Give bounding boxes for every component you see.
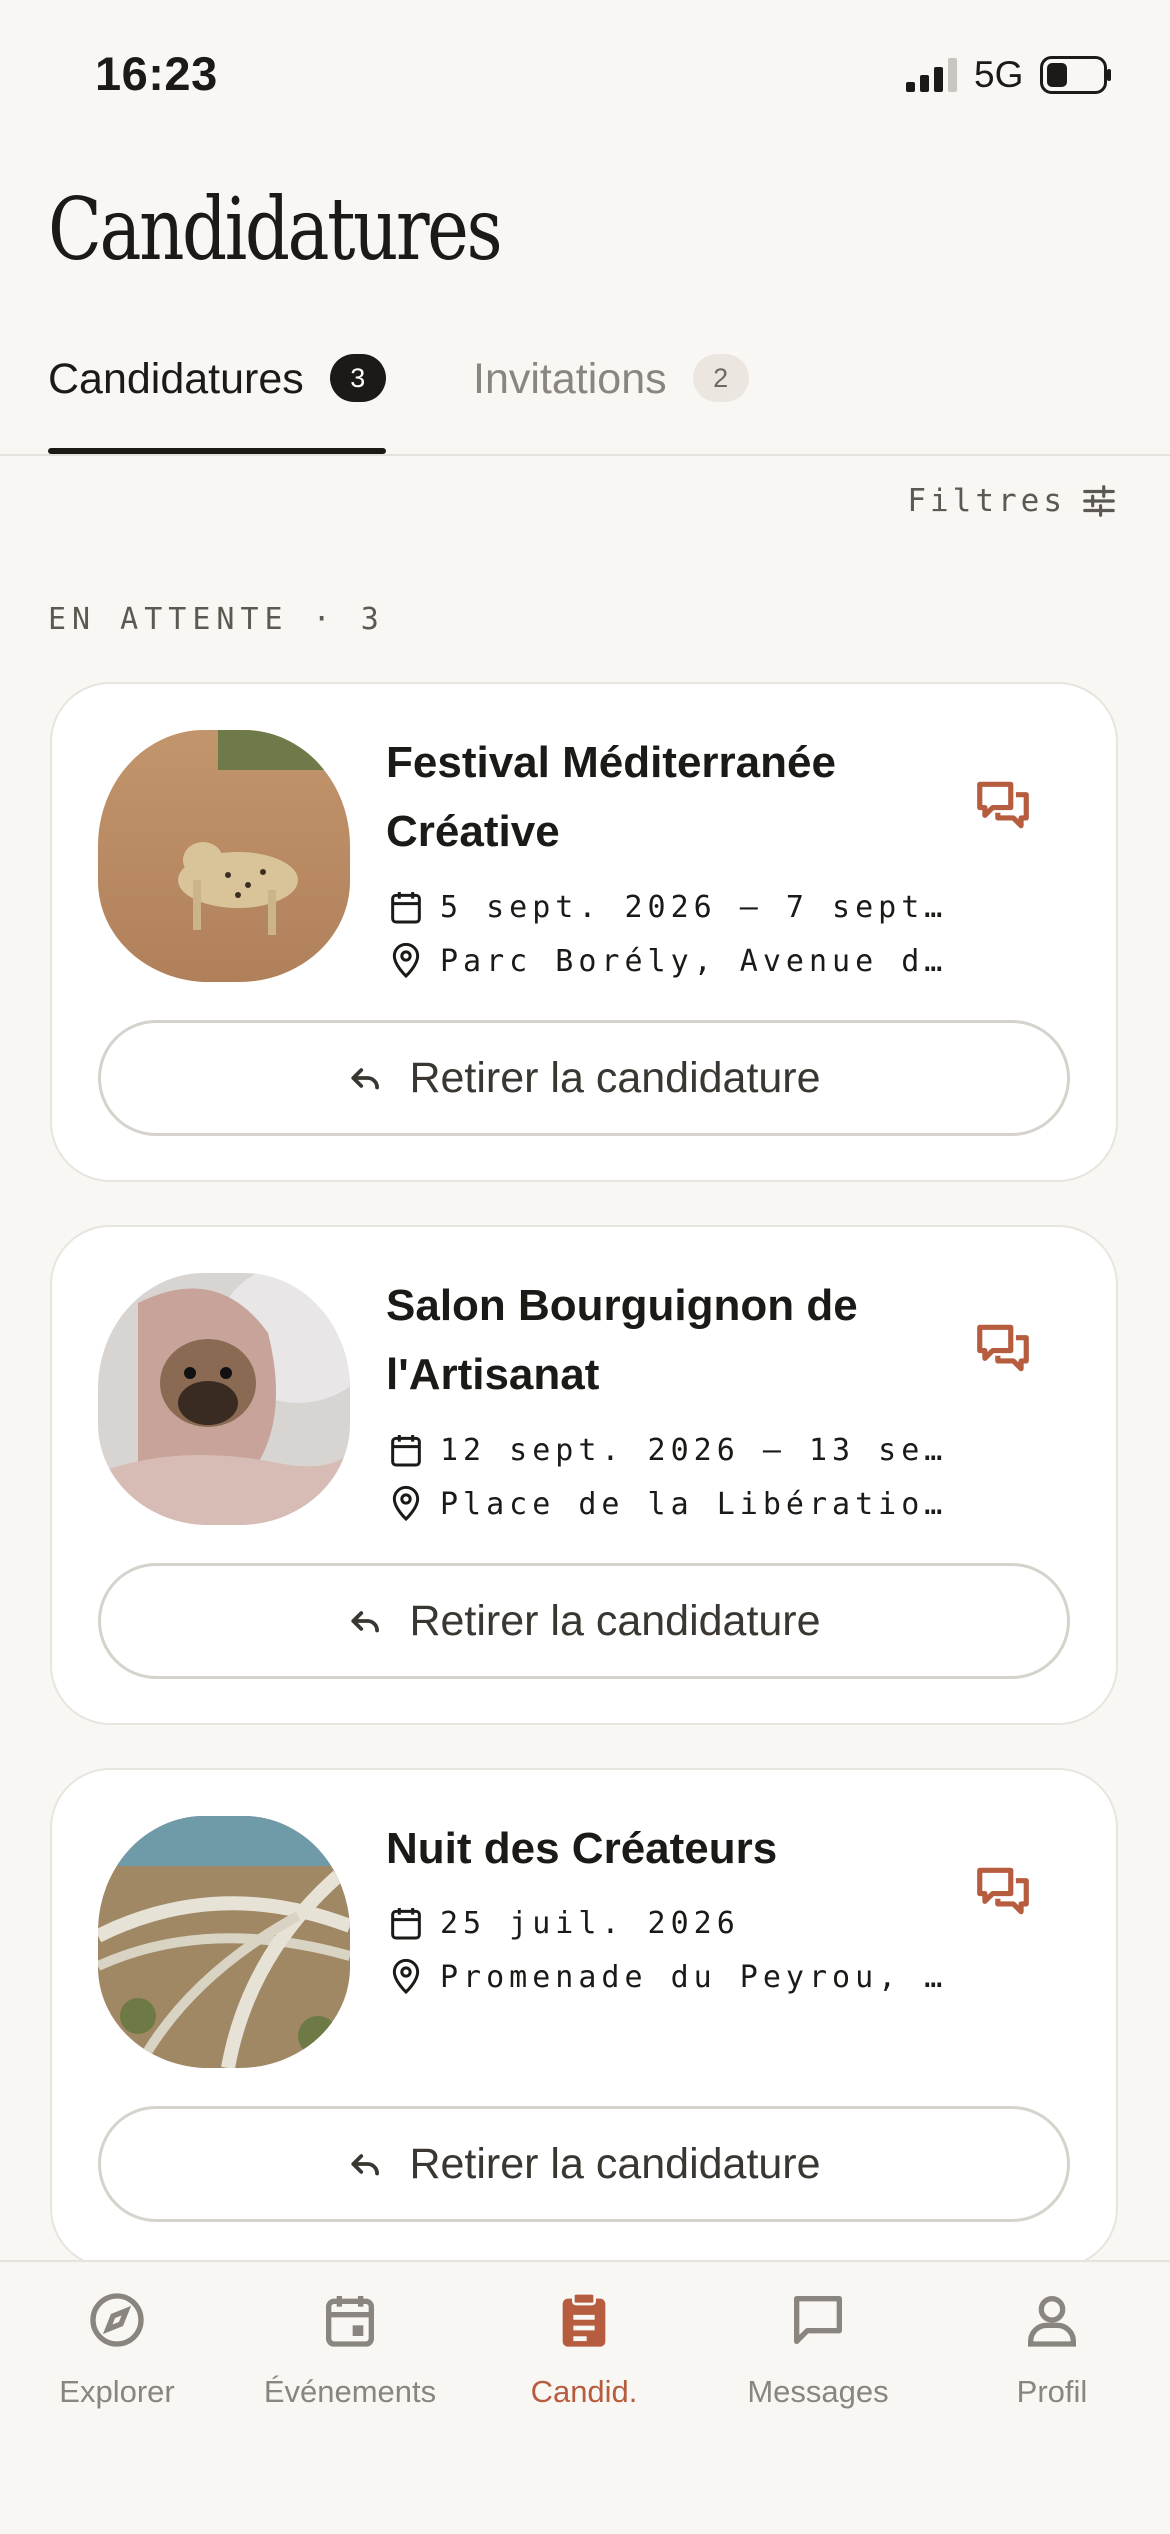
dates-text: 12 sept. 2026 – 13 se… xyxy=(440,1432,948,1468)
chat-icon[interactable] xyxy=(972,1860,1034,1922)
network-label: 5G xyxy=(974,54,1024,95)
event-title: Salon Bourguignon de l'Artisanat xyxy=(386,1281,858,1399)
nav-label: Événements xyxy=(263,2374,437,2409)
nav-item-explorer[interactable]: Explorer xyxy=(7,2288,227,2410)
chat-icon[interactable] xyxy=(972,774,1034,836)
location-text: Place de la Libératio… xyxy=(440,1486,948,1522)
tab-label: Invitations xyxy=(473,355,667,403)
location-text: Parc Borély, Avenue d… xyxy=(440,943,948,979)
event-thumbnail xyxy=(98,730,350,982)
location-text: Promenade du Peyrou, … xyxy=(440,1959,948,1995)
nav-label: Candid. xyxy=(530,2374,638,2409)
location-pin-icon xyxy=(392,1485,420,1522)
person-icon xyxy=(1028,2296,1076,2347)
nav-item-evenements[interactable]: Événements xyxy=(240,2288,460,2410)
event-title: Nuit des Créateurs xyxy=(386,1824,778,1873)
event-location: Place de la Libératio… xyxy=(386,1477,947,1531)
dates-text: 5 sept. 2026 – 7 sept… xyxy=(440,889,948,925)
nav-label: Explorer xyxy=(59,2374,175,2409)
withdraw-button[interactable]: Retirer la candidature xyxy=(98,1020,1070,1136)
undo-icon xyxy=(351,1068,380,1090)
battery-icon xyxy=(1040,56,1111,94)
calendar-icon xyxy=(391,1435,421,1467)
event-thumbnail xyxy=(98,1273,350,1525)
tab-label: Candidatures xyxy=(48,355,304,403)
nav-label: Profil xyxy=(1016,2374,1088,2409)
event-thumbnail xyxy=(98,1816,350,2068)
application-card[interactable]: Festival Méditerranée Créative 5 sept. 2… xyxy=(50,682,1118,1182)
signal-icon xyxy=(906,58,957,92)
event-dates: 12 sept. 2026 – 13 se… xyxy=(386,1423,947,1477)
bottom-nav: Explorer Événements Candid. Messages Pro… xyxy=(0,2260,1170,2534)
nav-label: Messages xyxy=(747,2374,889,2409)
event-location: Promenade du Peyrou, … xyxy=(386,1950,947,2004)
dates-text: 25 juil. 2026 xyxy=(440,1905,740,1941)
withdraw-label: Retirer la candidature xyxy=(409,1053,821,1102)
count-badge: 3 xyxy=(329,354,386,402)
calendar-icon xyxy=(391,892,421,924)
calendar-icon xyxy=(326,2296,374,2347)
undo-icon xyxy=(351,1611,380,1633)
chat-icon[interactable] xyxy=(972,1317,1034,1379)
status-bar: 16:23 5G xyxy=(0,0,1170,140)
clipboard-icon xyxy=(562,2292,606,2347)
location-pin-icon xyxy=(392,1958,420,1995)
event-location: Parc Borély, Avenue d… xyxy=(386,934,947,988)
compass-icon xyxy=(90,2293,144,2347)
message-icon xyxy=(794,2296,842,2344)
application-card[interactable]: Salon Bourguignon de l'Artisanat 12 sept… xyxy=(50,1225,1118,1725)
filters-button[interactable]: Filtres xyxy=(907,482,1118,520)
event-dates: 5 sept. 2026 – 7 sept… xyxy=(386,880,947,934)
status-time: 16:23 xyxy=(95,47,218,100)
withdraw-label: Retirer la candidature xyxy=(409,2139,821,2188)
withdraw-button[interactable]: Retirer la candidature xyxy=(98,1563,1070,1679)
withdraw-button[interactable]: Retirer la candidature xyxy=(98,2106,1070,2222)
event-dates: 25 juil. 2026 xyxy=(386,1896,740,1950)
nav-item-candid[interactable]: Candid. xyxy=(474,2288,694,2410)
application-card[interactable]: Nuit des Créateurs 25 juil. 2026 Promena… xyxy=(50,1768,1118,2268)
count-badge: 2 xyxy=(692,354,749,402)
undo-icon xyxy=(351,2154,380,2176)
nav-item-profil[interactable]: Profil xyxy=(942,2288,1162,2410)
tab-candidatures[interactable]: Candidatures 3 xyxy=(48,354,386,454)
tab-invitations[interactable]: Invitations 2 xyxy=(473,354,749,454)
section-label: EN ATTENTE · 3 xyxy=(48,602,385,637)
filters-label: Filtres xyxy=(907,483,1066,519)
location-pin-icon xyxy=(392,942,420,979)
sliders-icon xyxy=(1083,485,1115,517)
calendar-icon xyxy=(391,1908,421,1940)
event-title: Festival Méditerranée Créative xyxy=(386,738,836,856)
nav-item-messages[interactable]: Messages xyxy=(708,2288,928,2410)
page-title: Candidatures xyxy=(48,180,503,280)
tab-bar: Candidatures 3 Invitations 2 xyxy=(0,340,1170,456)
withdraw-label: Retirer la candidature xyxy=(409,1596,821,1645)
